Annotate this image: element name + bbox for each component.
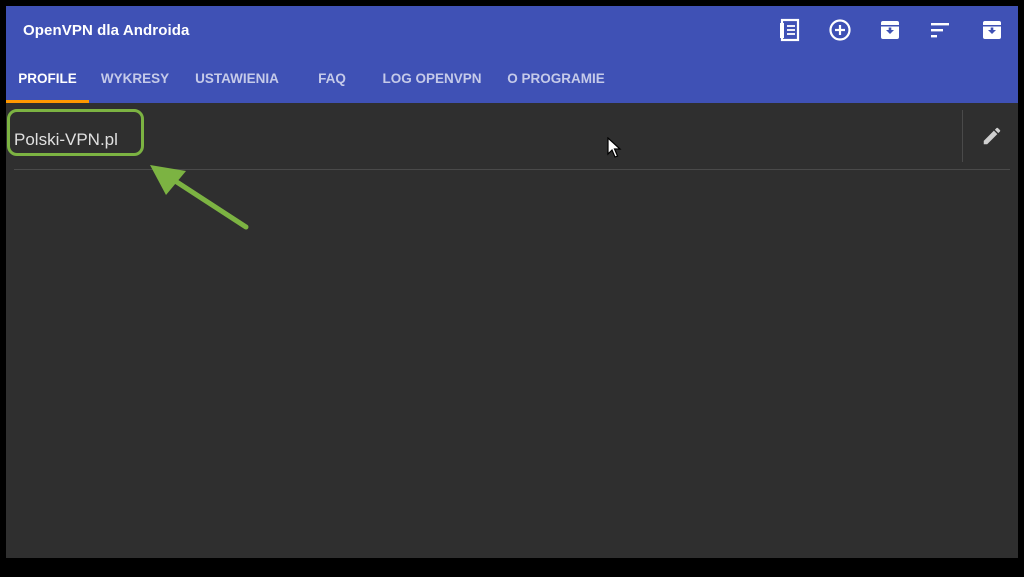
annotation-arrow-icon	[150, 165, 249, 230]
sort-button[interactable]	[926, 16, 954, 44]
app-window: OpenVPN dla Androida PROFILE WYKRESY UST…	[6, 6, 1018, 558]
add-circle-icon	[829, 19, 851, 41]
mouse-cursor-icon	[607, 137, 622, 158]
archive-download-icon	[881, 21, 899, 39]
tab-profile[interactable]: PROFILE	[6, 66, 89, 103]
tab-bar: PROFILE WYKRESY USTAWIENIA FAQ LOG OPENV…	[6, 66, 1018, 103]
app-bar: OpenVPN dla Androida PROFILE WYKRESY UST…	[6, 6, 1018, 103]
tab-o-programie[interactable]: O PROGRAMIE	[493, 66, 619, 103]
tab-ustawienia[interactable]: USTAWIENIA	[181, 66, 293, 103]
sort-icon	[931, 23, 949, 38]
add-profile-button[interactable]	[826, 16, 854, 44]
tab-wykresy[interactable]: WYKRESY	[89, 66, 181, 103]
app-title: OpenVPN dla Androida	[23, 22, 190, 39]
import-file-button[interactable]	[776, 16, 804, 44]
divider	[962, 110, 963, 162]
import-file-icon	[780, 18, 800, 42]
edit-profile-button[interactable]	[979, 123, 1005, 149]
profile-name[interactable]: Polski-VPN.pl	[14, 130, 118, 150]
archive-button-2[interactable]	[978, 16, 1006, 44]
archive-button[interactable]	[876, 16, 904, 44]
tab-log-openvpn[interactable]: LOG OPENVPN	[371, 66, 493, 103]
archive-download-icon	[983, 21, 1001, 39]
pencil-icon	[983, 127, 1001, 145]
tab-faq[interactable]: FAQ	[293, 66, 371, 103]
